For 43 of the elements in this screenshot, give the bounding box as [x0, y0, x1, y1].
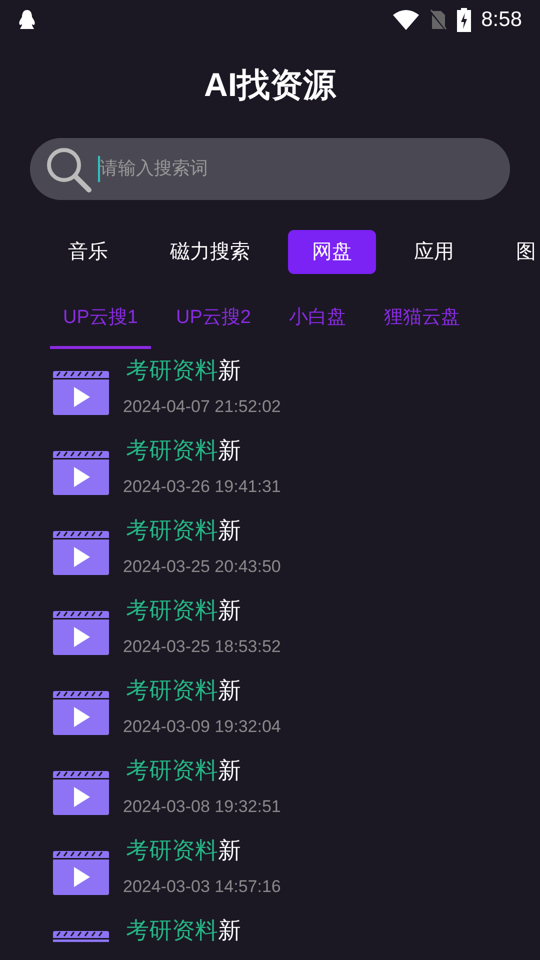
result-item[interactable]: 考研资料新 2024-03-09 19:32:04 [0, 669, 540, 749]
result-title: 考研资料新 [126, 676, 242, 705]
result-item[interactable]: 考研资料新 2024-03-03 14:57:16 [0, 829, 540, 909]
result-title: 考研资料新 [126, 756, 242, 785]
result-title: 考研资料新 [126, 356, 242, 385]
video-clip-icon [53, 371, 109, 415]
category-tab[interactable]: 磁力搜索 [146, 230, 274, 274]
category-tab[interactable]: 应用 [390, 230, 478, 274]
result-date: 2024-03-25 20:43:50 [123, 556, 281, 578]
clock-time: 8:58 [481, 7, 522, 34]
category-tab[interactable]: 音乐 [44, 230, 132, 274]
penguin-icon [18, 9, 36, 31]
search-field[interactable]: 请输入搜索词 [100, 148, 496, 188]
category-tab[interactable]: 网盘 [288, 230, 376, 274]
battery-charging-icon [457, 8, 472, 32]
result-title: 考研资料新 [126, 596, 242, 625]
video-clip-icon [53, 451, 109, 495]
result-item[interactable]: 考研资料新 2024-03-26 19:41:31 [0, 429, 540, 509]
result-title: 考研资料新 [126, 516, 242, 545]
video-clip-icon [53, 611, 109, 655]
result-date: 2024-04-07 21:52:02 [123, 396, 281, 418]
result-date: 2024-03-09 19:32:04 [123, 716, 281, 738]
video-clip-icon [53, 531, 109, 575]
result-title: 考研资料新 [126, 916, 241, 942]
video-clip-icon [53, 691, 109, 735]
result-title: 考研资料新 [126, 836, 242, 865]
result-date: 2024-03-26 19:41:31 [123, 476, 281, 498]
video-clip-icon [53, 851, 109, 895]
wifi-icon [393, 10, 420, 30]
video-clip-icon [53, 771, 109, 815]
result-item[interactable]: 考研资料新 2024-03-25 18:53:52 [0, 589, 540, 669]
result-date: 2024-03-03 14:57:16 [123, 876, 281, 898]
category-tab[interactable]: 图 [492, 230, 540, 274]
result-item[interactable]: 考研资料新 2024-03-08 19:32:51 [0, 749, 540, 829]
result-item[interactable]: 考研资料新 [0, 909, 540, 942]
app-title: AI找资源 [204, 65, 336, 105]
no-sim-icon [429, 9, 448, 31]
result-title: 考研资料新 [126, 436, 242, 465]
result-item[interactable]: 考研资料新 2024-04-07 21:52:02 [0, 349, 540, 429]
search-field[interactable]: 请输入搜索词 [30, 138, 510, 200]
result-date: 2024-03-08 19:32:51 [123, 796, 281, 818]
result-date: 2024-03-25 18:53:52 [123, 636, 281, 658]
result-item[interactable]: 考研资料新 2024-03-25 20:43:50 [0, 509, 540, 589]
